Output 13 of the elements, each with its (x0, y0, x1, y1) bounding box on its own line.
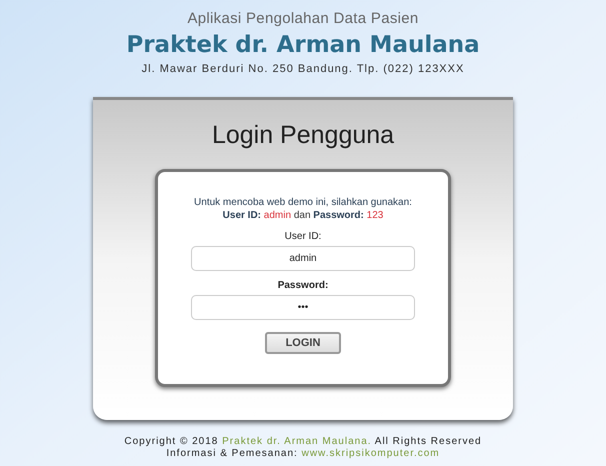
input-field[interactable]: admin (191, 246, 415, 271)
demo-instructions: Untuk mencoba web demo ini, silahkan gunakan: (194, 196, 412, 209)
app-subtitle: Aplikasi Pengolahan Data Pasien (187, 9, 419, 29)
login-heading: Login Pengguna (212, 120, 394, 150)
footer-text: Informasi & Pemesanan: www.skripsikomputer.com (166, 448, 440, 460)
clinic-address: Jl. Mawar Berduri No. 250 Bandung. Tlp. (022) 123XXX (142, 62, 464, 77)
login-button[interactable]: LOGIN (265, 332, 341, 354)
field-label: User ID: (284, 230, 322, 243)
field-label: Password: (278, 279, 328, 292)
footer-text: Copyright © 2018 Praktek dr. Arman Maulana. All Rights Reserved (124, 436, 482, 448)
input-field[interactable]: ••• (191, 295, 415, 320)
clinic-title: Praktek dr. Arman Maulana (126, 31, 480, 60)
demo-credentials: User ID: admin dan Password: 123 (222, 209, 384, 222)
